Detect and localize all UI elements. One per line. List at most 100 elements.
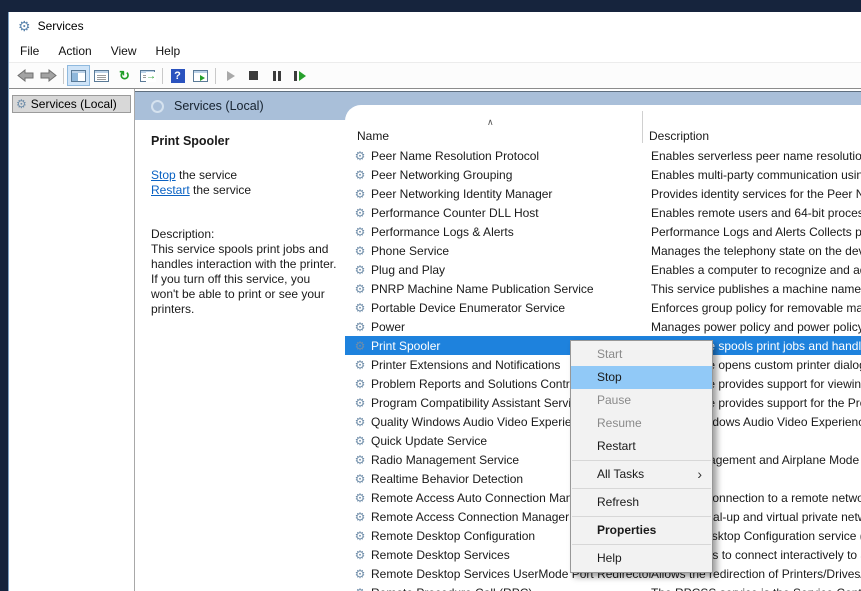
stop-service-line: Stop the service: [151, 168, 337, 183]
service-description: Provides identity services for the Peer …: [651, 187, 861, 201]
refresh-button[interactable]: ↻: [113, 65, 136, 86]
service-description: Performance Logs and Alerts Collects per…: [651, 225, 861, 239]
context-menu-item-start[interactable]: Start: [571, 343, 712, 366]
service-row[interactable]: ⚙ Phone Service Manages the telephony st…: [345, 241, 861, 260]
service-row[interactable]: ⚙ Performance Counter DLL Host Enables r…: [345, 203, 861, 222]
context-menu-item-label: Stop: [597, 370, 622, 384]
service-gear-icon: ⚙: [353, 378, 367, 390]
service-gear-icon: ⚙: [353, 473, 367, 485]
service-row[interactable]: ⚙ Peer Networking Grouping Enables multi…: [345, 165, 861, 184]
context-menu-item-label: Properties: [597, 523, 656, 537]
service-name: Plug and Play: [371, 263, 651, 277]
services-window: ⚙ Services File Action View Help ↻: [8, 12, 861, 591]
main-area: ⚙ Services (Local) Services (Local) Prin…: [9, 88, 861, 591]
stop-service-icon: [249, 71, 258, 80]
toolbar-separator: [63, 68, 64, 84]
window-title: Services: [38, 19, 84, 33]
context-menu-item-stop[interactable]: Stop: [571, 366, 712, 389]
restart-service-line: Restart the service: [151, 183, 337, 198]
service-row[interactable]: ⚙ PNRP Machine Name Publication Service …: [345, 279, 861, 298]
service-action-links: Stop the service Restart the service: [151, 168, 337, 198]
stop-service-link[interactable]: Stop: [151, 168, 176, 182]
service-gear-icon: ⚙: [353, 359, 367, 371]
context-menu-item-resume[interactable]: Resume: [571, 412, 712, 435]
context-menu-item-refresh[interactable]: Refresh: [571, 491, 712, 514]
service-gear-icon: ⚙: [353, 511, 367, 523]
context-menu-separator: [572, 516, 711, 517]
start-service-button[interactable]: [219, 65, 242, 86]
service-description: Manages the telephony state on the devic…: [651, 244, 861, 258]
toolbar: ↻ → ?: [9, 62, 861, 88]
service-name: Portable Device Enumerator Service: [371, 301, 651, 315]
tree-item-services-local[interactable]: ⚙ Services (Local): [12, 95, 131, 113]
restart-service-icon: [294, 71, 306, 81]
show-console-tree-button[interactable]: [67, 65, 90, 86]
service-name: Performance Counter DLL Host: [371, 206, 651, 220]
back-button[interactable]: [14, 65, 37, 86]
menu-action[interactable]: Action: [58, 44, 91, 58]
service-name: Performance Logs & Alerts: [371, 225, 651, 239]
show-action-pane-button[interactable]: [189, 65, 212, 86]
export-list-icon: →: [140, 70, 155, 82]
column-divider[interactable]: [642, 111, 643, 143]
menu-view[interactable]: View: [111, 44, 137, 58]
service-row[interactable]: ⚙ Performance Logs & Alerts Performance …: [345, 222, 861, 241]
context-menu-separator: [572, 488, 711, 489]
context-menu-item-label: Restart: [597, 439, 636, 453]
column-header-description[interactable]: Description: [649, 129, 709, 143]
service-name: Power: [371, 320, 651, 334]
tree-item-label: Services (Local): [31, 97, 117, 111]
context-menu-separator: [572, 460, 711, 461]
action-pane-icon: [193, 70, 208, 82]
stop-link-suffix: the service: [176, 168, 237, 182]
help-button[interactable]: ?: [166, 65, 189, 86]
back-arrow-icon: [17, 69, 34, 82]
service-description: The RPCSS service is the Service Control…: [651, 586, 861, 591]
service-row[interactable]: ⚙ Power Manages power policy and power p…: [345, 317, 861, 336]
service-gear-icon: ⚙: [353, 416, 367, 428]
restart-link-suffix: the service: [190, 183, 251, 197]
menu-help[interactable]: Help: [156, 44, 181, 58]
forward-button[interactable]: [37, 65, 60, 86]
column-header-name[interactable]: Name: [357, 129, 389, 143]
service-description: Enables a computer to recognize and adap…: [651, 263, 861, 277]
submenu-arrow-icon: ›: [697, 463, 702, 486]
context-menu-item-label: All Tasks: [597, 467, 644, 481]
service-description: Enforces group policy for removable mass…: [651, 301, 861, 315]
context-menu-item-help[interactable]: Help: [571, 547, 712, 570]
title-bar[interactable]: ⚙ Services: [9, 12, 861, 40]
service-row[interactable]: ⚙ Peer Name Resolution Protocol Enables …: [345, 146, 861, 165]
export-list-button[interactable]: →: [136, 65, 159, 86]
service-gear-icon: ⚙: [353, 302, 367, 314]
service-row[interactable]: ⚙ Peer Networking Identity Manager Provi…: [345, 184, 861, 203]
pause-service-button[interactable]: [265, 65, 288, 86]
service-name: Peer Networking Grouping: [371, 168, 651, 182]
service-gear-icon: ⚙: [353, 169, 367, 181]
context-menu-item-properties[interactable]: Properties: [571, 519, 712, 542]
service-gear-icon: ⚙: [353, 226, 367, 238]
properties-list-button[interactable]: [90, 65, 113, 86]
service-name: Peer Name Resolution Protocol: [371, 149, 651, 163]
services-circle-icon: [151, 100, 164, 113]
forward-arrow-icon: [40, 69, 57, 82]
stop-service-button[interactable]: [242, 65, 265, 86]
service-gear-icon: ⚙: [353, 549, 367, 561]
service-name: Peer Networking Identity Manager: [371, 187, 651, 201]
service-row[interactable]: ⚙ Remote Procedure Call (RPC) The RPCSS …: [345, 583, 861, 591]
service-description: Manages power policy and power policy no…: [651, 320, 861, 334]
context-menu-separator: [572, 544, 711, 545]
service-row[interactable]: ⚙ Portable Device Enumerator Service Enf…: [345, 298, 861, 317]
context-menu-item-pause[interactable]: Pause: [571, 389, 712, 412]
restart-service-link[interactable]: Restart: [151, 183, 190, 197]
context-menu-item-all-tasks[interactable]: All Tasks ›: [571, 463, 712, 486]
restart-service-button[interactable]: [288, 65, 311, 86]
service-description-text: This service spools print jobs and handl…: [151, 242, 339, 317]
context-menu: Start Stop Pause Resume Restart All Task…: [570, 340, 713, 573]
context-menu-item-restart[interactable]: Restart: [571, 435, 712, 458]
service-gear-icon: ⚙: [353, 397, 367, 409]
menu-file[interactable]: File: [20, 44, 39, 58]
services-pane: Services (Local) Print Spooler Stop the …: [135, 89, 861, 591]
console-tree-icon: [71, 70, 86, 82]
service-row[interactable]: ⚙ Plug and Play Enables a computer to re…: [345, 260, 861, 279]
menu-bar: File Action View Help: [9, 40, 861, 62]
